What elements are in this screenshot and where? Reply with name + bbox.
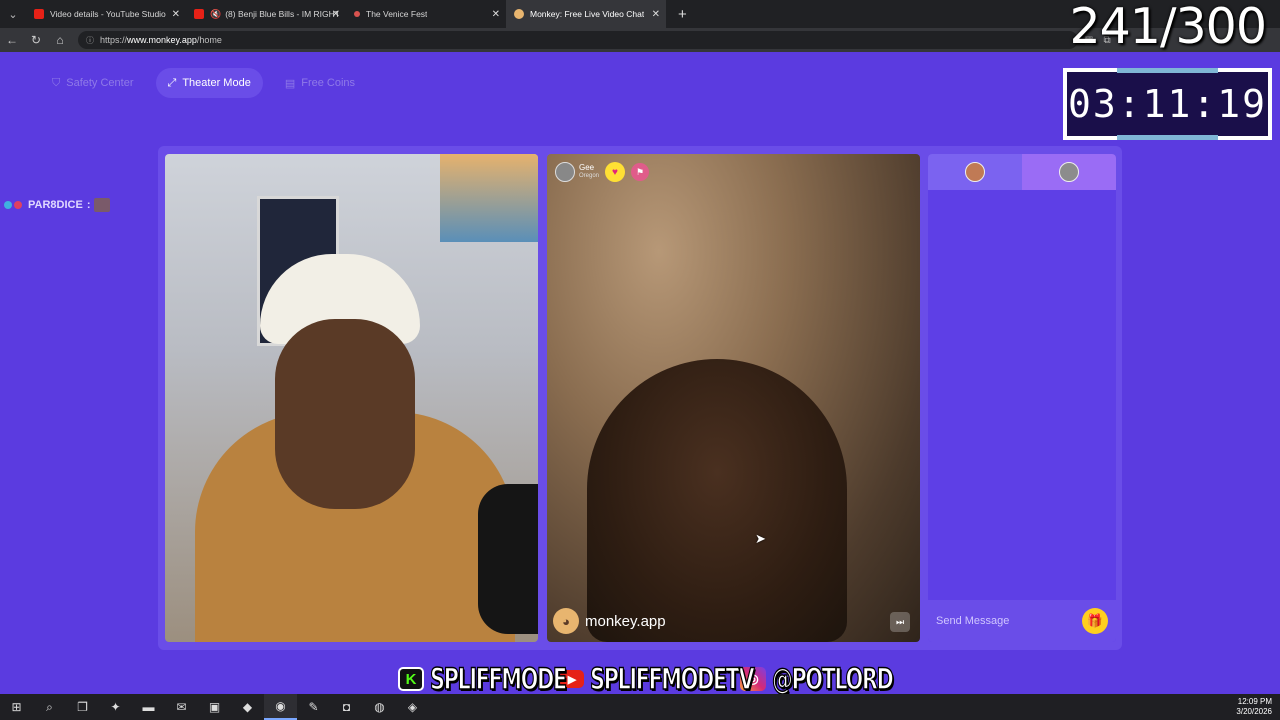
task-view-icon[interactable]: ❐ bbox=[66, 694, 99, 720]
report-icon[interactable]: ⚑ bbox=[631, 163, 650, 181]
goal-counter-overlay: 241/300 bbox=[1069, 0, 1267, 55]
monkey-favicon-icon bbox=[514, 9, 524, 19]
stream-chat-message: PAR8DICE : bbox=[4, 198, 111, 212]
close-tab-icon[interactable]: ✕ bbox=[332, 9, 340, 20]
start-icon[interactable]: ⊞ bbox=[0, 694, 33, 720]
top-nav: ⛉ Safety Center ⤢ Theater Mode ▤ Free Co… bbox=[40, 68, 367, 98]
timer-display: 03:11:19 bbox=[1067, 68, 1268, 140]
close-tab-icon[interactable]: ✕ bbox=[652, 9, 660, 20]
url-scheme: https:// bbox=[100, 35, 128, 45]
remote-user-info: Gee Oregon bbox=[579, 163, 599, 181]
mouse-cursor-icon: ➤ bbox=[755, 531, 766, 546]
monkey-watermark: ◕ monkey.app bbox=[553, 608, 666, 634]
badge-icon bbox=[14, 201, 22, 209]
self-avatar bbox=[965, 162, 985, 182]
app-icon[interactable]: ◆ bbox=[231, 694, 264, 720]
reload-icon[interactable]: ↻ bbox=[24, 33, 48, 47]
remote-user-name: Gee bbox=[579, 163, 595, 172]
tab-title: The Venice Fest bbox=[366, 9, 428, 19]
url-field[interactable]: ⓘ https://www.monkey.app/home bbox=[78, 31, 1078, 49]
tab-venice-fest[interactable]: The Venice Fest ✕ bbox=[346, 0, 506, 28]
remote-video: Gee Oregon ♥ ⚑ ◕ monkey.app ⏭ ➤ bbox=[547, 154, 920, 642]
safety-center-button[interactable]: ⛉ Safety Center bbox=[40, 68, 146, 98]
social-handles-overlay: K SPLIFFMODE ▶ SPLIFFMODETV ◎ @POTLORD bbox=[398, 661, 894, 697]
app-icon[interactable]: ◈ bbox=[396, 694, 429, 720]
local-video bbox=[165, 154, 538, 642]
youtube-favicon-icon bbox=[194, 9, 204, 19]
clock-date: 3/20/2026 bbox=[1236, 707, 1272, 716]
chat-separator: : bbox=[86, 199, 91, 211]
emote-icon bbox=[94, 198, 111, 212]
kick-handle-text: SPLIFFMODE bbox=[429, 661, 567, 697]
badge-icon bbox=[4, 201, 12, 209]
remote-user-location: Oregon bbox=[579, 173, 600, 179]
send-message-input[interactable] bbox=[936, 615, 1082, 627]
heart-icon[interactable]: ♥ bbox=[605, 162, 626, 182]
person-head bbox=[275, 319, 415, 509]
tab-list-menu-icon[interactable]: ⌄ bbox=[0, 0, 26, 28]
new-tab-button[interactable]: + bbox=[678, 6, 687, 23]
shield-icon: ⛉ bbox=[52, 76, 61, 89]
search-icon[interactable]: ⌕ bbox=[33, 694, 66, 720]
kick-handle: K SPLIFFMODE bbox=[398, 661, 568, 697]
message-composer: 🎁 bbox=[928, 600, 1116, 642]
microphone bbox=[478, 484, 538, 634]
store-icon[interactable]: ▣ bbox=[198, 694, 231, 720]
free-coins-button[interactable]: ▤ Free Coins bbox=[273, 68, 367, 98]
youtube-handle-text: SPLIFFMODETV bbox=[589, 661, 755, 697]
chat-tabs bbox=[928, 154, 1116, 190]
edge-browser-icon[interactable]: ◉ bbox=[264, 694, 297, 720]
tab-title: Monkey: Free Live Video Chat bbox=[530, 9, 645, 19]
back-icon[interactable]: ← bbox=[0, 33, 24, 47]
clock-time: 12:09 PM bbox=[1237, 697, 1272, 706]
youtube-favicon-icon bbox=[34, 9, 44, 19]
stream-timer-overlay: 03:11:19 bbox=[1063, 68, 1272, 140]
url-host: www.monkey.app bbox=[127, 35, 197, 45]
theater-mode-label: Theater Mode bbox=[182, 77, 251, 89]
instagram-handle: ◎ @POTLORD bbox=[740, 661, 894, 697]
expand-icon: ⤢ bbox=[167, 76, 177, 89]
skip-icon[interactable]: ⏭ bbox=[890, 612, 910, 632]
chat-username: PAR8DICE bbox=[28, 199, 83, 211]
watermark-text: monkey.app bbox=[585, 612, 666, 630]
partner-avatar bbox=[1059, 162, 1079, 182]
muted-audio-icon[interactable]: 🔇 bbox=[210, 9, 221, 20]
notepad-icon[interactable]: ✎ bbox=[297, 694, 330, 720]
gift-icon[interactable]: 🎁 bbox=[1082, 608, 1108, 634]
windows-taskbar: ⊞ ⌕ ❐ ✦ ▬ ✉ ▣ ◆ ◉ ✎ ◘ ◍ ◈ 12:09 PM 3/20/… bbox=[0, 694, 1280, 720]
outlook-icon[interactable]: ✉ bbox=[165, 694, 198, 720]
venice-favicon-icon bbox=[354, 11, 360, 17]
system-clock[interactable]: 12:09 PM 3/20/2026 bbox=[1236, 697, 1272, 717]
remote-person bbox=[587, 359, 847, 642]
site-info-icon[interactable]: ⓘ bbox=[86, 35, 94, 46]
youtube-handle: ▶ SPLIFFMODETV bbox=[560, 661, 755, 697]
close-tab-icon[interactable]: ✕ bbox=[492, 9, 500, 20]
remote-user-chip[interactable]: Gee Oregon ♥ ⚑ bbox=[555, 162, 650, 182]
tab-benji-blue-bills[interactable]: 🔇 (8) Benji Blue Bills - IM RIGHT ✕ bbox=[186, 0, 346, 28]
wall-picture bbox=[440, 154, 538, 242]
tab-monkey[interactable]: Monkey: Free Live Video Chat ✕ bbox=[506, 0, 666, 28]
coins-icon: ▤ bbox=[284, 77, 296, 90]
tab-title: Video details - YouTube Studio bbox=[50, 9, 166, 19]
tab-self-chat[interactable] bbox=[928, 154, 1022, 190]
obs-icon[interactable]: ◍ bbox=[363, 694, 396, 720]
copilot-icon[interactable]: ✦ bbox=[99, 694, 132, 720]
home-icon[interactable]: ⌂ bbox=[48, 33, 72, 47]
theater-mode-button[interactable]: ⤢ Theater Mode bbox=[155, 68, 263, 98]
close-tab-icon[interactable]: ✕ bbox=[172, 9, 180, 20]
instagram-handle-text: @POTLORD bbox=[771, 661, 894, 697]
file-explorer-icon[interactable]: ▬ bbox=[132, 694, 165, 720]
app-icon[interactable]: ◘ bbox=[330, 694, 363, 720]
monkey-logo-icon: ◕ bbox=[553, 608, 579, 634]
chat-sidebar: 🎁 bbox=[928, 154, 1116, 642]
tab-partner-chat[interactable] bbox=[1022, 154, 1116, 190]
tab-title: (8) Benji Blue Bills - IM RIGHT bbox=[225, 9, 338, 19]
safety-center-label: Safety Center bbox=[66, 77, 134, 89]
free-coins-label: Free Coins bbox=[301, 77, 356, 89]
remote-user-avatar[interactable] bbox=[555, 162, 575, 182]
kick-icon: K bbox=[398, 667, 424, 691]
url-path: /home bbox=[196, 35, 222, 45]
tab-youtube-studio[interactable]: Video details - YouTube Studio ✕ bbox=[26, 0, 186, 28]
